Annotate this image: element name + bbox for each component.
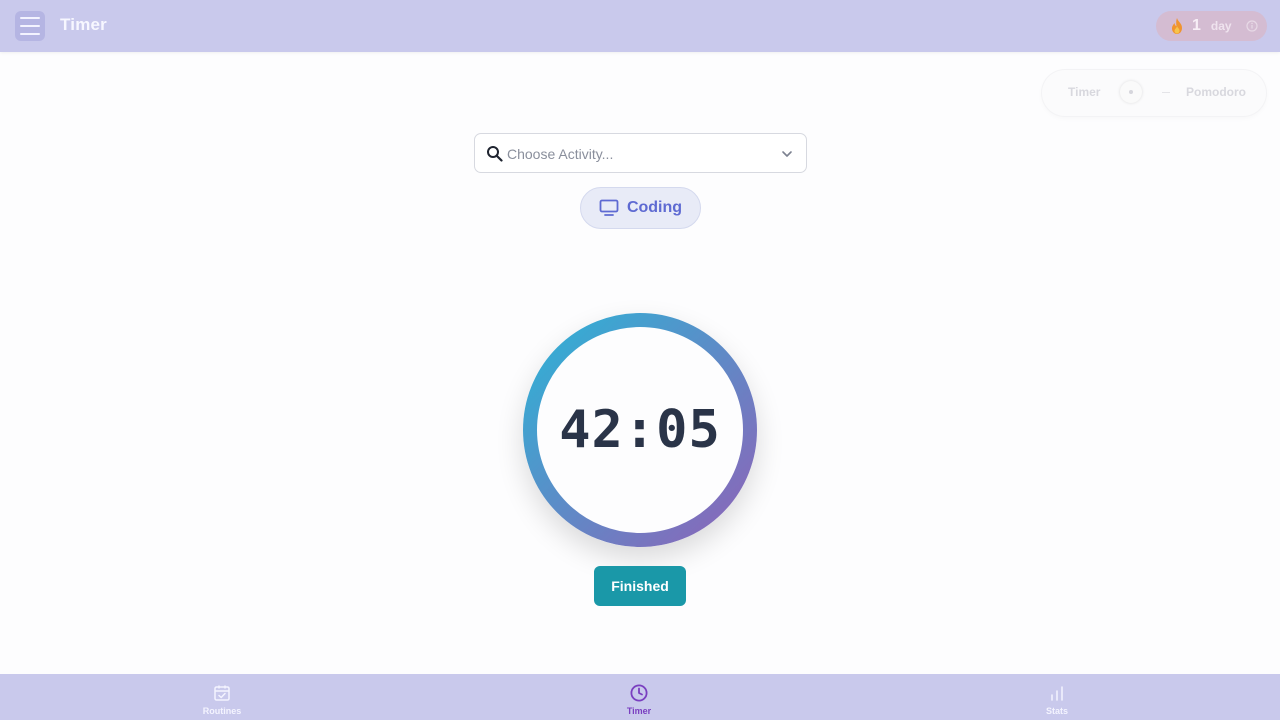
nav-item-stats[interactable]: Stats: [1007, 674, 1107, 720]
page-title: Timer: [60, 15, 107, 34]
mode-switch-knob[interactable]: [1120, 81, 1142, 103]
nav-item-routines[interactable]: Routines: [172, 674, 272, 720]
streak-badge[interactable]: 1 day: [1156, 11, 1267, 41]
mode-option-pomodoro[interactable]: Pomodoro: [1186, 85, 1246, 99]
search-icon: [487, 146, 503, 162]
menu-button[interactable]: [15, 11, 45, 41]
timer-display: 42:05: [559, 400, 721, 460]
nav-label-stats: Stats: [1045, 706, 1068, 716]
hamburger-icon: [20, 17, 40, 19]
calendar-check-icon: [214, 685, 230, 701]
nav-item-timer[interactable]: Timer: [589, 674, 689, 720]
selected-activity-chip[interactable]: Coding: [580, 187, 701, 229]
monitor-icon: [599, 199, 619, 216]
bottom-navigation: Routines Timer Stats: [0, 674, 1280, 720]
mode-toggle[interactable]: Timer Pomodoro: [1042, 70, 1266, 116]
nav-label-timer: Timer: [626, 706, 652, 716]
bar-chart-icon: [1051, 686, 1063, 701]
flame-icon: [1172, 18, 1182, 34]
activity-placeholder: Choose Activity...: [507, 146, 614, 162]
selected-activity-label: Coding: [626, 199, 683, 216]
chevron-down-icon: [782, 151, 792, 157]
clock-icon: [630, 684, 648, 702]
info-icon[interactable]: [1245, 20, 1258, 32]
mode-option-timer[interactable]: Timer: [1068, 85, 1100, 99]
mode-divider: [1162, 92, 1170, 93]
activity-select[interactable]: Choose Activity...: [474, 133, 807, 173]
streak-unit: day: [1210, 19, 1232, 33]
timer-ring: 42:05: [523, 313, 757, 547]
top-app-bar: Timer 1 day: [0, 0, 1280, 52]
streak-count: 1: [1192, 17, 1201, 34]
nav-label-routines: Routines: [202, 706, 242, 716]
finished-button[interactable]: Finished: [594, 566, 686, 606]
